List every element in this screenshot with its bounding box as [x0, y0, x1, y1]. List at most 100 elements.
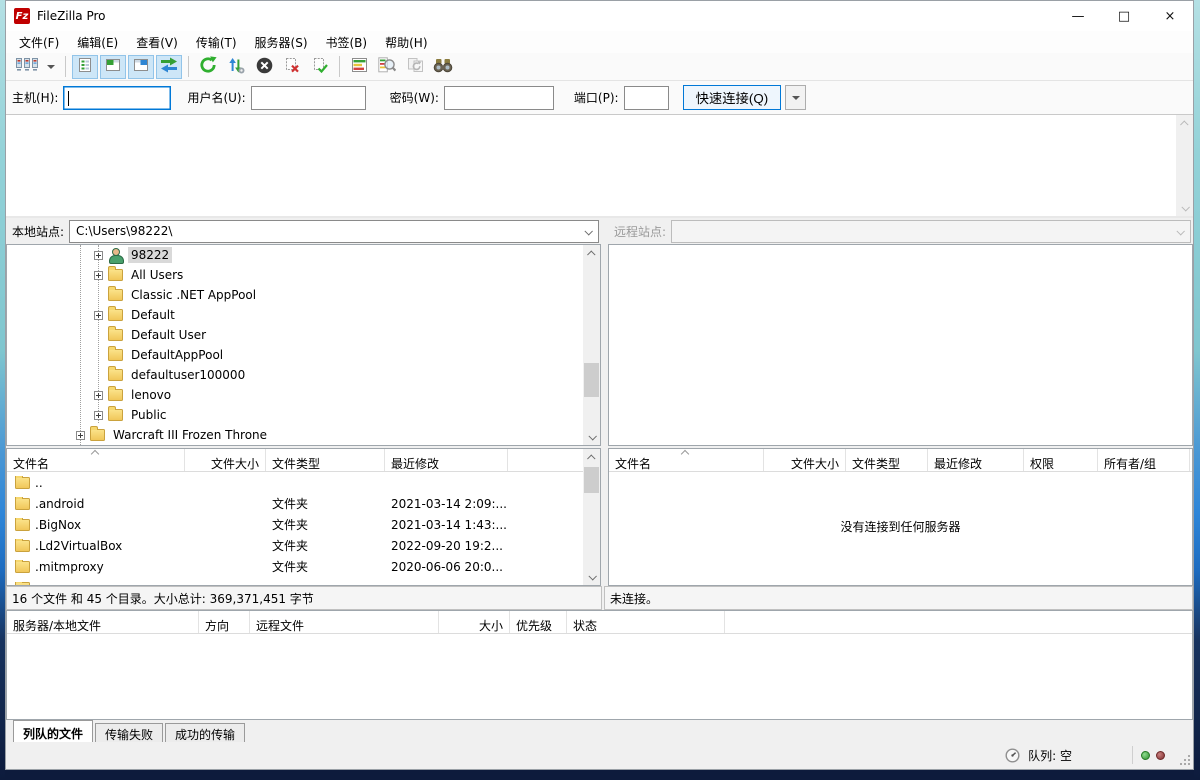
username-label: 用户名(U): [187, 89, 245, 106]
site-manager-dropdown-button[interactable] [43, 55, 58, 79]
process-queue-button[interactable] [223, 55, 249, 79]
local-tree-scrollbar[interactable] [583, 245, 600, 445]
column-header[interactable]: 远程文件 [250, 611, 439, 633]
tab-failed-transfers[interactable]: 传输失败 [95, 723, 163, 742]
toggle-remote-tree-button[interactable] [128, 55, 154, 79]
filezilla-window: Fz FileZilla Pro — □ × 文件(F)编辑(E)查看(V)传输… [5, 0, 1194, 770]
remote-file-list-body: 文件名文件大小文件类型最近修改权限所有者/组没有连接到任何服务器 [609, 449, 1192, 585]
file-row[interactable]: .BigNox文件夹2021-03-14 1:43:... [7, 514, 583, 535]
folder-icon [108, 329, 123, 341]
quickconnect-dropdown-button[interactable] [785, 85, 806, 110]
column-header[interactable]: 文件类型 [266, 449, 385, 471]
find-files-button[interactable] [430, 55, 456, 79]
menu-transfer[interactable]: 传输(T) [187, 32, 246, 53]
expand-icon[interactable] [94, 411, 103, 420]
scrollbar-thumb[interactable] [584, 363, 599, 397]
menu-edit[interactable]: 编辑(E) [68, 32, 127, 53]
expand-icon[interactable] [94, 311, 103, 320]
file-cell: 文件夹 [266, 558, 385, 575]
refresh-button[interactable] [195, 55, 221, 79]
tree-item[interactable]: Public [7, 405, 583, 425]
file-row[interactable] [7, 577, 583, 585]
column-header[interactable]: 最近修改 [928, 449, 1024, 471]
quickconnect-button[interactable]: 快速连接(Q) [683, 85, 782, 110]
toggle-transfer-queue-button[interactable] [156, 55, 182, 79]
file-cell: 2020-06-06 20:0... [385, 560, 508, 574]
expand-icon[interactable] [94, 251, 103, 260]
host-label: 主机(H): [12, 89, 58, 106]
column-header[interactable]: 方向 [199, 611, 250, 633]
file-row[interactable]: .. [7, 472, 583, 493]
folder-icon [15, 477, 30, 489]
file-row[interactable]: .Ld2VirtualBox文件夹2022-09-20 19:2... [7, 535, 583, 556]
port-input[interactable] [624, 86, 669, 110]
chevron-down-icon [584, 227, 592, 235]
tree-item[interactable]: Warcraft III Frozen Throne [7, 425, 583, 445]
column-header[interactable]: 所有者/组 [1098, 449, 1190, 471]
tree-item[interactable]: 98222 [7, 245, 583, 265]
synchronized-browsing-button[interactable] [402, 55, 428, 79]
column-header[interactable]: 优先级 [510, 611, 567, 633]
file-row[interactable]: .mitmproxy文件夹2020-06-06 20:0... [7, 556, 583, 577]
directory-comparison-button[interactable] [346, 55, 372, 79]
host-input[interactable] [63, 86, 171, 110]
disconnect-button[interactable] [279, 55, 305, 79]
tab-queued-files[interactable]: 列队的文件 [13, 720, 93, 742]
local-site-combobox[interactable]: C:\Users\98222\ [69, 220, 599, 243]
site-manager-button[interactable] [12, 55, 42, 79]
menu-server[interactable]: 服务器(S) [246, 32, 317, 53]
filename-filters-button[interactable] [374, 55, 400, 79]
directory-comparison-icon [351, 57, 368, 76]
menu-file[interactable]: 文件(F) [10, 32, 68, 53]
message-log-scrollbar[interactable] [1176, 115, 1193, 216]
scrollbar-thumb[interactable] [584, 467, 599, 493]
password-input[interactable] [444, 86, 554, 110]
resize-grip[interactable] [1180, 755, 1190, 765]
file-row[interactable]: .android文件夹2021-03-14 2:09:... [7, 493, 583, 514]
tree-item[interactable]: Classic .NET AppPool [7, 285, 583, 305]
column-header[interactable]: 最近修改 [385, 449, 508, 471]
tree-item[interactable]: All Users [7, 265, 583, 285]
tree-item[interactable]: defaultuser100000 [7, 365, 583, 385]
maximize-button[interactable]: □ [1101, 1, 1147, 31]
toggle-local-tree-button[interactable] [100, 55, 126, 79]
menu-help[interactable]: 帮助(H) [376, 32, 436, 53]
file-cell: 文件夹 [266, 516, 385, 533]
tree-item[interactable]: Default User [7, 325, 583, 345]
username-input[interactable] [251, 86, 366, 110]
cancel-operation-button[interactable] [251, 55, 277, 79]
toggle-message-log-button[interactable] [72, 55, 98, 79]
column-header[interactable]: 服务器/本地文件 [7, 611, 199, 633]
column-header[interactable]: 文件名 [609, 449, 764, 471]
file-cell: 文件夹 [266, 537, 385, 554]
column-header[interactable]: 状态 [567, 611, 725, 633]
close-button[interactable]: × [1147, 1, 1193, 31]
folder-icon [108, 369, 123, 381]
cancel-operation-icon [256, 57, 273, 77]
local-site-label: 本地站点: [12, 223, 64, 240]
file-name: .Ld2VirtualBox [35, 539, 122, 553]
menu-bookmarks[interactable]: 书签(B) [317, 32, 377, 53]
scroll-up-icon [1180, 120, 1188, 128]
expand-icon[interactable] [94, 271, 103, 280]
tree-item[interactable]: Default [7, 305, 583, 325]
menu-view[interactable]: 查看(V) [127, 32, 187, 53]
tab-successful-transfers[interactable]: 成功的传输 [165, 723, 245, 742]
bottom-status-bar: 队列: 空 [6, 742, 1193, 768]
tree-item[interactable]: lenovo [7, 385, 583, 405]
reconnect-button[interactable] [307, 55, 333, 79]
column-header[interactable]: 权限 [1024, 449, 1098, 471]
tree-item[interactable]: DefaultAppPool [7, 345, 583, 365]
column-header[interactable]: 文件类型 [846, 449, 928, 471]
column-header[interactable]: 文件大小 [764, 449, 846, 471]
minimize-button[interactable]: — [1055, 1, 1101, 31]
column-header[interactable]: 文件大小 [185, 449, 266, 471]
column-header[interactable]: 大小 [439, 611, 510, 633]
expand-icon[interactable] [76, 431, 85, 440]
local-list-scrollbar[interactable] [583, 449, 600, 585]
folder-icon [108, 269, 123, 281]
column-header[interactable]: 文件名 [7, 449, 185, 471]
pane-splitter[interactable] [601, 218, 608, 586]
toggle-message-log-icon [77, 57, 93, 76]
expand-icon[interactable] [94, 391, 103, 400]
